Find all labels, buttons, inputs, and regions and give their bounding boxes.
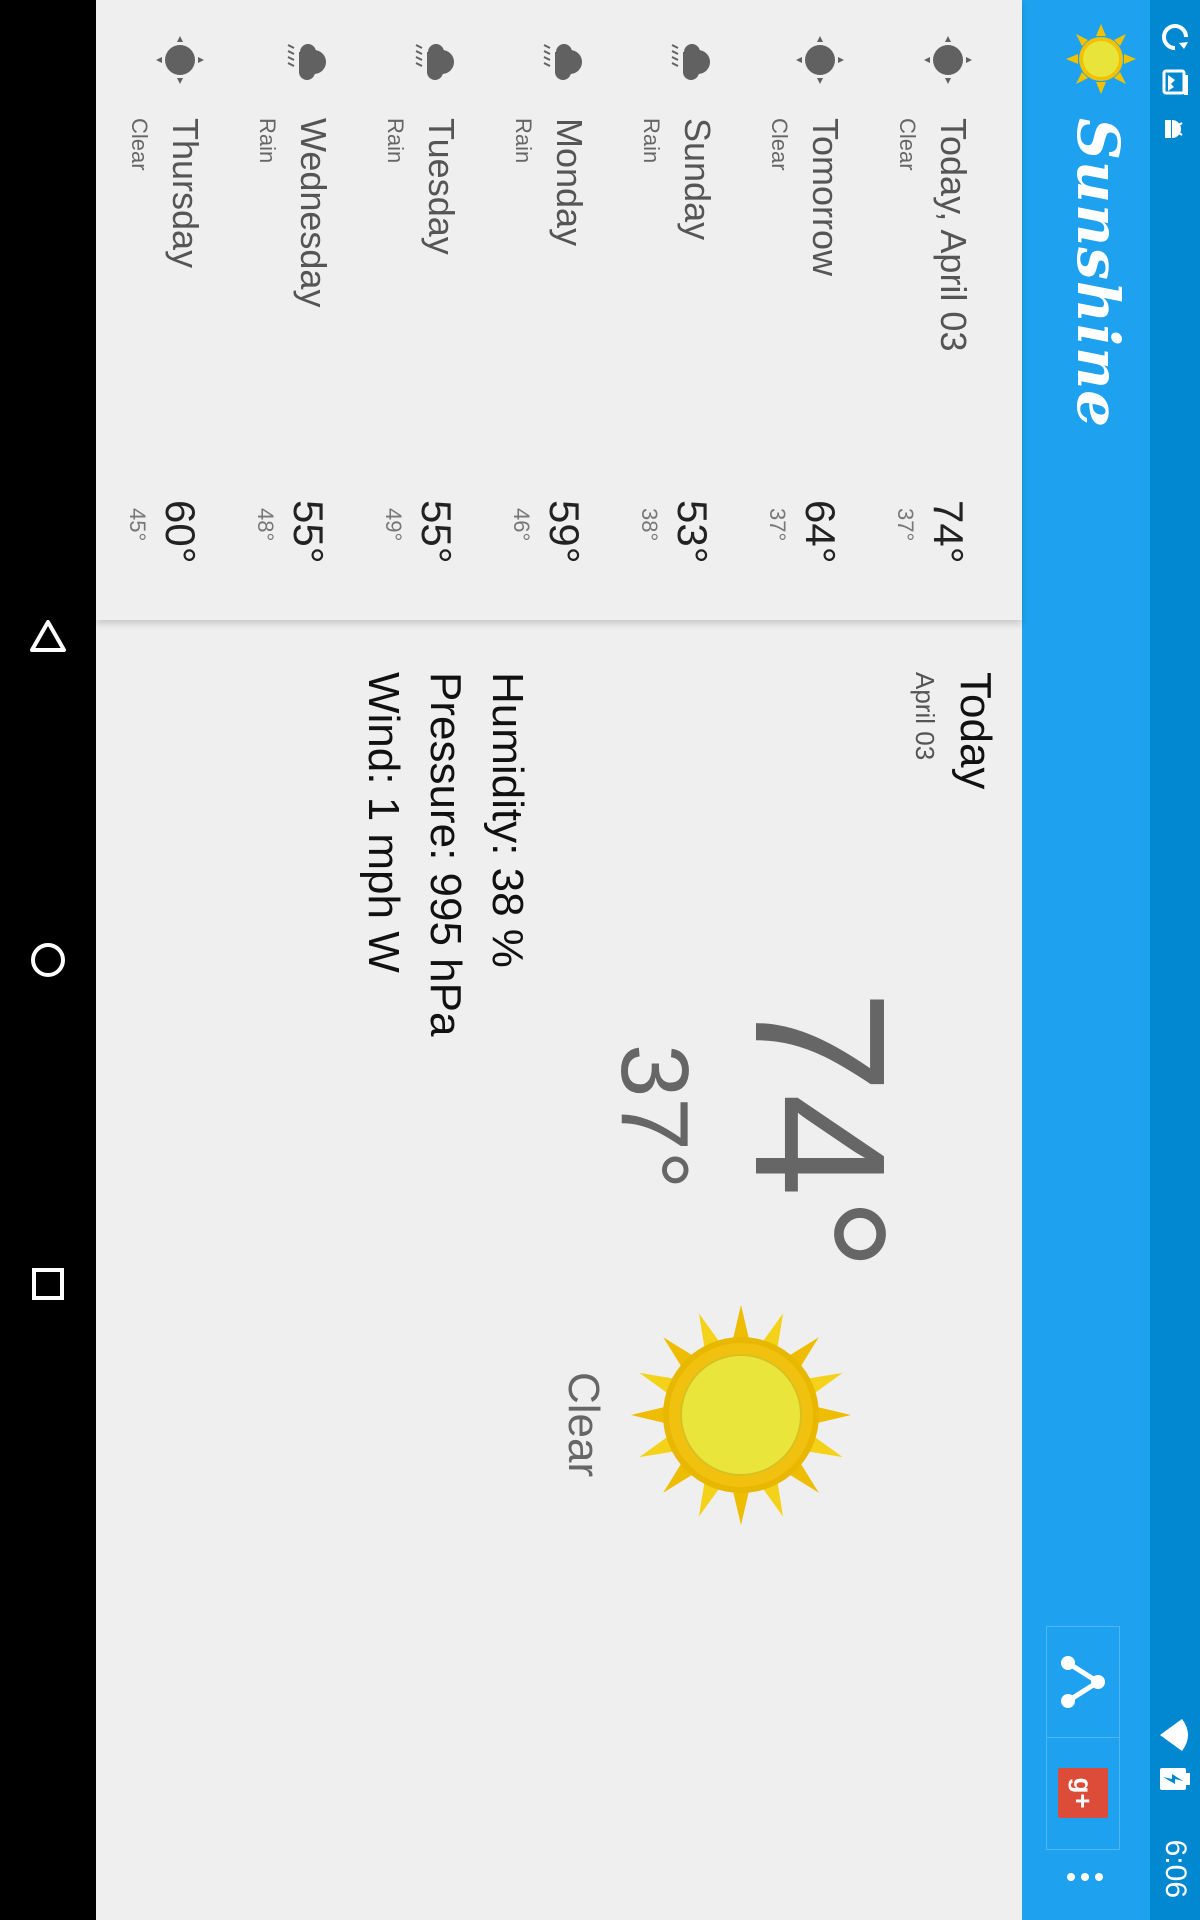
forecast-item[interactable]: Thursday Clear 60° 45° — [84, 0, 212, 620]
android-notification-icon — [1158, 112, 1192, 146]
navigation-bar — [0, 0, 96, 1920]
forecast-item[interactable]: Tomorrow Clear 64° 37° — [724, 0, 852, 620]
wifi-icon — [1158, 1718, 1192, 1752]
forecast-day: Tuesday — [421, 118, 462, 255]
app-title: Sunshine — [1064, 118, 1132, 429]
detail-high-temp: 74° — [716, 990, 923, 1272]
share-icon — [1061, 1656, 1105, 1708]
forecast-item[interactable]: Wednesday Rain 55° 48° — [212, 0, 340, 620]
battery-icon — [1158, 1762, 1192, 1796]
forecast-high: 55° — [285, 500, 332, 564]
gplus-button[interactable]: g+ — [1047, 1738, 1119, 1848]
forecast-high: 60° — [157, 500, 204, 564]
forecast-description: Rain — [511, 118, 536, 164]
forecast-low: 46° — [509, 508, 534, 542]
forecast-item[interactable]: Sunday Rain 53° 38° — [596, 0, 724, 620]
recents-icon — [32, 1268, 64, 1300]
photo-notification-icon — [1158, 66, 1192, 100]
forecast-low: 37° — [893, 508, 918, 542]
overflow-dots-icon — [1067, 1873, 1103, 1881]
action-buttons: g+ — [1046, 1626, 1120, 1850]
forecast-high: 64° — [797, 500, 844, 564]
app-bar: Sunshine g+ — [1022, 0, 1150, 1920]
forecast-item[interactable]: Monday Rain 59° 46° — [468, 0, 596, 620]
forecast-low: 45° — [125, 508, 150, 542]
detail-low-temp: 37° — [601, 1044, 708, 1190]
detail-description: Clear — [559, 1372, 608, 1478]
clear-icon — [924, 36, 972, 84]
home-icon — [31, 943, 65, 977]
detail-date: April 03 — [910, 672, 940, 761]
forecast-day: Today, April 03 — [933, 118, 974, 352]
forecast-description: Rain — [383, 118, 408, 164]
forecast-day: Monday — [549, 118, 590, 247]
home-button[interactable] — [24, 936, 72, 984]
back-button[interactable] — [24, 612, 72, 660]
detail-pane: Today April 03 74° 37° Clear Humidity: 3… — [96, 620, 1022, 1920]
pressure: Pressure: 995 hPa — [421, 672, 470, 1037]
status-bar: 6:06 — [1150, 0, 1200, 1920]
forecast-day: Wednesday — [293, 118, 334, 308]
gplus-icon: g+ — [1058, 1768, 1108, 1818]
forecast-description: Clear — [767, 118, 792, 171]
detail-day: Today — [951, 672, 1000, 790]
rain-icon — [540, 36, 588, 84]
forecast-description: Clear — [895, 118, 920, 171]
screen: 6:06 Sunshine g+ Today, April 03 Clear 7… — [0, 0, 1200, 1920]
forecast-item[interactable]: Today, April 03 Clear 74° 37° — [852, 0, 980, 620]
forecast-high: 53° — [669, 500, 716, 564]
clear-icon — [156, 36, 204, 84]
forecast-description: Rain — [255, 118, 280, 164]
share-button[interactable] — [1047, 1627, 1119, 1738]
rain-icon — [284, 36, 332, 84]
sun-art-icon — [631, 1305, 851, 1525]
rain-icon — [412, 36, 460, 84]
forecast-low: 48° — [253, 508, 278, 542]
forecast-high: 59° — [541, 500, 588, 564]
forecast-low: 37° — [765, 508, 790, 542]
humidity: Humidity: 38 % — [483, 672, 532, 968]
status-time: 6:06 — [1159, 1839, 1192, 1898]
back-icon — [30, 620, 66, 652]
forecast-high: 74° — [925, 500, 972, 564]
forecast-description: Clear — [127, 118, 152, 171]
forecast-item[interactable]: Tuesday Rain 55° 49° — [340, 0, 468, 620]
forecast-description: Rain — [639, 118, 664, 164]
forecast-day: Thursday — [165, 118, 206, 269]
forecast-list: Today, April 03 Clear 74° 37° Tomorrow Clear 6… — [96, 0, 1022, 620]
forecast-high: 55° — [413, 500, 460, 564]
forecast-day: Tomorrow — [805, 118, 846, 277]
wind: Wind: 1 mph W — [359, 672, 408, 973]
clear-icon — [796, 36, 844, 84]
forecast-low: 49° — [381, 508, 406, 542]
sun-icon — [1066, 24, 1136, 94]
rain-icon — [668, 36, 716, 84]
recents-button[interactable] — [24, 1260, 72, 1308]
forecast-low: 38° — [637, 508, 662, 542]
forecast-day: Sunday — [677, 118, 718, 241]
overflow-menu-button[interactable] — [1060, 1852, 1110, 1902]
sync-icon — [1158, 20, 1192, 54]
